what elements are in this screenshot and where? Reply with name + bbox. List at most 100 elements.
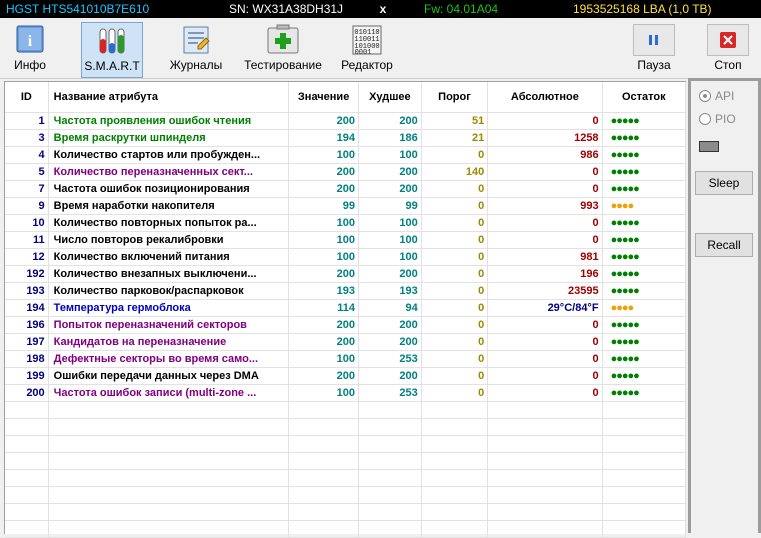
empty-cell — [602, 418, 687, 436]
attribute-name: Количество парковок/распарковок — [48, 282, 290, 300]
attribute-absolute: 0 — [487, 316, 603, 334]
empty-cell — [288, 418, 360, 436]
attribute-name: Количество повторных попыток ра... — [48, 214, 290, 232]
stop-button[interactable]: Стоп — [704, 22, 752, 76]
attribute-id: 11 — [5, 231, 49, 249]
info-button[interactable]: i Инфо — [6, 22, 54, 76]
drive-serial: SN: WX31A38DH31J — [201, 0, 373, 18]
table-row[interactable]: 3 Время раскрутки шпинделя 194 186 21 1258 ●●●… — [5, 129, 687, 147]
attribute-name: Частота ошибок записи (multi-zone ... — [48, 384, 290, 402]
attribute-absolute: 29°C/84°F — [487, 299, 603, 317]
column-header-id[interactable]: ID — [5, 82, 49, 113]
attribute-remaining: ●●●●● — [602, 129, 687, 147]
table-row[interactable]: 196 Попыток переназначений секторов 200 200… — [5, 316, 687, 334]
empty-cell — [487, 503, 603, 521]
table-row[interactable]: 193 Количество парковок/распарковок 193 193… — [5, 282, 687, 300]
empty-cell — [602, 520, 687, 538]
attribute-absolute: 986 — [487, 146, 603, 164]
api-radio[interactable]: API — [699, 89, 734, 103]
table-row[interactable]: 4 Количество стартов или пробужден... 100 1… — [5, 146, 687, 164]
pause-button[interactable]: Пауза — [630, 22, 678, 76]
attribute-value: 100 — [288, 248, 360, 266]
table-row[interactable]: 10 Количество повторных попыток ра... 100 1… — [5, 214, 687, 232]
table-row[interactable]: 199 Ошибки передачи данных через DMA 200 20… — [5, 367, 687, 385]
empty-table-row — [5, 503, 687, 521]
column-header-value[interactable]: Значение — [288, 82, 360, 113]
attribute-id: 1 — [5, 112, 49, 130]
attribute-id: 4 — [5, 146, 49, 164]
activity-indicator — [699, 141, 719, 152]
attribute-name: Время раскрутки шпинделя — [48, 129, 290, 147]
logs-button[interactable]: Журналы — [166, 22, 226, 76]
empty-cell — [421, 486, 489, 504]
testing-button[interactable]: Тестирование — [240, 22, 326, 76]
attribute-name: Частота ошибок позиционирования — [48, 180, 290, 198]
table-row[interactable]: 11 Число повторов рекалибровки 100 100 0 0 ●●●… — [5, 231, 687, 249]
attribute-value: 100 — [288, 231, 360, 249]
attribute-worst: 186 — [358, 129, 422, 147]
attribute-value: 100 — [288, 214, 360, 232]
column-header-remaining[interactable]: Остаток — [602, 82, 687, 113]
empty-cell — [288, 452, 360, 470]
empty-cell — [421, 503, 489, 521]
drive-firmware: Fw: 04.01A04 — [394, 0, 534, 18]
attribute-threshold: 0 — [421, 316, 489, 334]
attribute-id: 197 — [5, 333, 49, 351]
pio-radio[interactable]: PIO — [699, 112, 736, 126]
table-row[interactable]: 197 Кандидатов на переназначение 200 200 0 0 ●… — [5, 333, 687, 351]
drive-capacity: 1953525168 LBA (1,0 TB) — [535, 0, 761, 18]
table-row[interactable]: 200 Частота ошибок записи (multi-zone ...… — [5, 384, 687, 402]
attribute-id: 10 — [5, 214, 49, 232]
attribute-remaining: ●●●● — [602, 197, 687, 215]
attribute-id: 200 — [5, 384, 49, 402]
smart-button[interactable]: S.M.A.R.T — [81, 22, 143, 78]
table-row[interactable]: 9 Время наработки накопителя 99 99 0 993 ●●●● — [5, 197, 687, 215]
column-header-absolute[interactable]: Абсолютное — [487, 82, 603, 113]
attribute-id: 196 — [5, 316, 49, 334]
drive-model: HGST HTS541010B7E610 — [0, 0, 200, 18]
column-header-worst[interactable]: Худшее — [358, 82, 422, 113]
empty-table-row — [5, 452, 687, 470]
attribute-worst: 94 — [358, 299, 422, 317]
recall-button[interactable]: Recall — [695, 233, 753, 257]
table-row[interactable]: 198 Дефектные секторы во время само... 100… — [5, 350, 687, 368]
attribute-remaining: ●●●●● — [602, 282, 687, 300]
attribute-value: 99 — [288, 197, 360, 215]
close-icon[interactable]: x — [373, 0, 393, 18]
empty-cell — [487, 469, 603, 487]
table-row[interactable]: 7 Частота ошибок позиционирования 200 200 0 0… — [5, 180, 687, 198]
attribute-remaining: ●●●●● — [602, 112, 687, 130]
empty-cell — [358, 486, 422, 504]
sleep-button[interactable]: Sleep — [695, 171, 753, 195]
attribute-absolute: 0 — [487, 163, 603, 181]
empty-cell — [5, 452, 49, 470]
attribute-remaining: ●●●●● — [602, 163, 687, 181]
editor-button[interactable]: 010110 110011 101000 0001 Редактор — [338, 22, 396, 76]
attribute-absolute: 993 — [487, 197, 603, 215]
column-header-name[interactable]: Название атрибута — [48, 82, 290, 113]
empty-cell — [602, 503, 687, 521]
attribute-absolute: 0 — [487, 112, 603, 130]
empty-cell — [48, 503, 290, 521]
info-label: Инфо — [14, 58, 46, 72]
empty-cell — [48, 435, 290, 453]
empty-table-row — [5, 435, 687, 453]
attribute-threshold: 0 — [421, 214, 489, 232]
table-row[interactable]: 1 Частота проявления ошибок чтения 200 200 5… — [5, 112, 687, 130]
empty-cell — [5, 486, 49, 504]
column-header-threshold[interactable]: Порог — [421, 82, 489, 113]
first-aid-icon — [263, 24, 303, 56]
smart-attributes-table[interactable]: ID Название атрибута Значение Худшее Пор… — [4, 81, 687, 538]
table-row[interactable]: 192 Количество внезапных выключени... 200 2… — [5, 265, 687, 283]
table-row[interactable]: 5 Количество переназначенных сект... 200 20… — [5, 163, 687, 181]
empty-cell — [602, 435, 687, 453]
attribute-name: Количество внезапных выключени... — [48, 265, 290, 283]
table-row[interactable]: 12 Количество включений питания 100 100 0 981… — [5, 248, 687, 266]
attribute-worst: 200 — [358, 367, 422, 385]
empty-cell — [288, 435, 360, 453]
attribute-threshold: 0 — [421, 282, 489, 300]
attribute-id: 194 — [5, 299, 49, 317]
attribute-name: Количество переназначенных сект... — [48, 163, 290, 181]
table-row[interactable]: 194 Температура гермоблока 114 94 0 29°C/84°F… — [5, 299, 687, 317]
empty-table-row — [5, 469, 687, 487]
